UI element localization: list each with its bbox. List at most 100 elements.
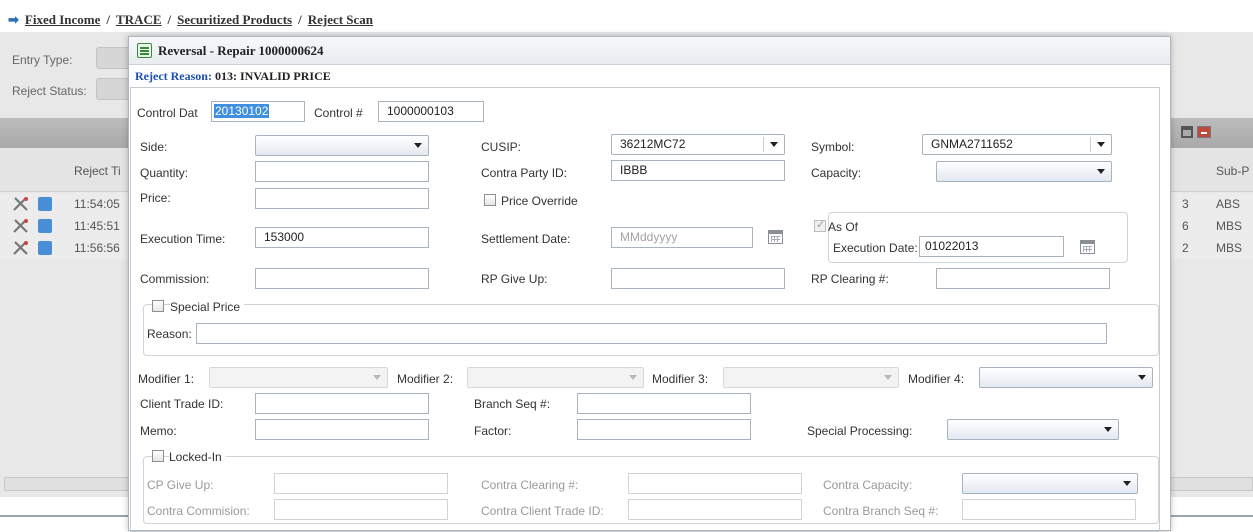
- calendar-icon[interactable]: [1080, 240, 1095, 254]
- control-number-label: Control #: [314, 106, 363, 120]
- reason-field[interactable]: [196, 323, 1107, 344]
- rp-give-up-label: RP Give Up:: [481, 272, 548, 286]
- column-header-reject-time[interactable]: Reject Ti: [74, 164, 121, 178]
- reject-time-cell: 11:45:51: [74, 219, 120, 233]
- factor-label: Factor:: [474, 424, 512, 438]
- edit-icon[interactable]: [38, 241, 52, 255]
- branch-seq-field[interactable]: [577, 393, 751, 414]
- contra-party-id-label: Contra Party ID:: [481, 166, 568, 180]
- rp-give-up-field[interactable]: [611, 268, 785, 289]
- contra-commission-field[interactable]: [274, 499, 448, 520]
- quantity-field[interactable]: [255, 161, 429, 182]
- chevron-down-icon: [629, 375, 637, 380]
- grid-number-cell: 3: [1182, 197, 1189, 211]
- contra-branch-seq-field[interactable]: [962, 499, 1136, 520]
- repair-tools-icon[interactable]: [12, 218, 30, 234]
- reason-label: Reason:: [147, 327, 192, 341]
- commission-field[interactable]: [255, 268, 429, 289]
- cp-give-up-field[interactable]: [274, 473, 448, 494]
- repair-tools-icon[interactable]: [12, 240, 30, 256]
- price-override-checkbox[interactable]: [484, 194, 496, 206]
- modifier-2-select[interactable]: [467, 367, 644, 388]
- sub-product-cell: ABS: [1216, 197, 1241, 211]
- control-date-field[interactable]: 20130102: [211, 101, 305, 122]
- column-header-sub[interactable]: Sub-P: [1216, 164, 1249, 178]
- contra-party-id-field[interactable]: IBBB: [611, 160, 785, 181]
- cusip-label: CUSIP:: [481, 140, 522, 154]
- factor-field[interactable]: [577, 419, 751, 440]
- breadcrumb-fixed-income[interactable]: Fixed Income: [25, 12, 100, 28]
- reject-time-cell: 11:56:56: [74, 241, 120, 255]
- repair-tools-icon[interactable]: [12, 196, 30, 212]
- modifier-4-select[interactable]: [979, 367, 1153, 388]
- contra-client-trade-id-label: Contra Client Trade ID:: [481, 504, 604, 518]
- cp-give-up-label: CP Give Up:: [147, 478, 214, 492]
- dialog-title: Reversal - Repair 1000000624: [158, 42, 324, 58]
- special-processing-label: Special Processing:: [807, 424, 913, 438]
- modifier-3-label: Modifier 3:: [652, 372, 709, 386]
- rp-clearing-field[interactable]: [936, 268, 1110, 289]
- breadcrumb-trace[interactable]: TRACE: [116, 12, 162, 28]
- execution-date-field[interactable]: 01022013: [919, 236, 1064, 257]
- control-date-label: Control Dat: [137, 106, 198, 120]
- client-trade-id-field[interactable]: [255, 393, 429, 414]
- symbol-combobox[interactable]: GNMA2711652: [922, 134, 1112, 155]
- reject-status-label: Reject Status:: [12, 84, 87, 98]
- settlement-date-field[interactable]: MMddyyyy: [611, 227, 753, 248]
- capacity-label: Capacity:: [811, 166, 862, 180]
- reversal-repair-dialog: Reversal - Repair 1000000624 Reject Reas…: [128, 36, 1171, 532]
- side-label: Side:: [140, 140, 168, 154]
- memo-field[interactable]: [255, 419, 429, 440]
- breadcrumb-reject-scan[interactable]: Reject Scan: [308, 12, 373, 28]
- contra-capacity-select[interactable]: [962, 473, 1138, 494]
- special-price-checkbox[interactable]: [152, 300, 164, 312]
- capacity-select[interactable]: [936, 161, 1112, 182]
- arrow-right-icon: ➡: [8, 12, 19, 27]
- dialog-title-bar[interactable]: Reversal - Repair 1000000624: [129, 37, 1170, 65]
- special-processing-select[interactable]: [947, 419, 1119, 440]
- reject-status-select[interactable]: [96, 78, 130, 100]
- execution-time-label: Execution Time:: [140, 232, 226, 246]
- settlement-date-label: Settlement Date:: [481, 232, 571, 246]
- memo-label: Memo:: [140, 424, 177, 438]
- entry-type-label: Entry Type:: [12, 53, 73, 67]
- chevron-down-icon: [884, 375, 892, 380]
- symbol-label: Symbol:: [811, 140, 855, 154]
- locked-in-label: Locked-In: [169, 450, 226, 464]
- reject-reason-value: 013: INVALID PRICE: [214, 69, 331, 83]
- reject-reason-label: Reject Reason:: [135, 69, 212, 83]
- special-price-label: Special Price: [170, 300, 245, 314]
- side-select[interactable]: [255, 135, 429, 156]
- grid-number-cell: 6: [1182, 219, 1189, 233]
- contra-branch-seq-label: Contra Branch Seq #:: [823, 504, 939, 518]
- execution-date-label: Execution Date:: [833, 241, 918, 255]
- contra-capacity-label: Contra Capacity:: [823, 478, 913, 492]
- sub-product-cell: MBS: [1216, 241, 1243, 255]
- minimize-icon[interactable]: [1197, 126, 1211, 138]
- cusip-combobox[interactable]: 36212MC72: [611, 134, 785, 155]
- client-trade-id-label: Client Trade ID:: [140, 397, 224, 411]
- form-panel: Control Dat 20130102 Control # 100000010…: [130, 87, 1160, 532]
- save-icon[interactable]: [1181, 126, 1193, 138]
- chevron-down-icon: [1097, 142, 1105, 147]
- modifier-4-label: Modifier 4:: [908, 372, 965, 386]
- chevron-down-icon: [770, 142, 778, 147]
- control-number-field[interactable]: 1000000103: [378, 101, 484, 122]
- modifier-3-select[interactable]: [723, 367, 899, 388]
- locked-in-checkbox[interactable]: [152, 450, 164, 462]
- contra-clearing-field[interactable]: [628, 473, 802, 494]
- chevron-down-icon: [373, 375, 381, 380]
- edit-icon[interactable]: [38, 197, 52, 211]
- modifier-1-select[interactable]: [209, 367, 388, 388]
- breadcrumb: ➡ Fixed Income / TRACE / Securitized Pro…: [8, 12, 374, 28]
- breadcrumb-securitized-products[interactable]: Securitized Products: [177, 12, 292, 28]
- chevron-down-icon: [414, 143, 422, 148]
- price-field[interactable]: [255, 188, 429, 209]
- calendar-icon[interactable]: [768, 230, 783, 244]
- sub-product-cell: MBS: [1216, 219, 1243, 233]
- contra-client-trade-id-field[interactable]: [628, 499, 802, 520]
- entry-type-select[interactable]: [96, 47, 130, 69]
- edit-icon[interactable]: [38, 219, 52, 233]
- execution-time-field[interactable]: 153000: [255, 227, 429, 248]
- as-of-checkbox[interactable]: [814, 218, 826, 232]
